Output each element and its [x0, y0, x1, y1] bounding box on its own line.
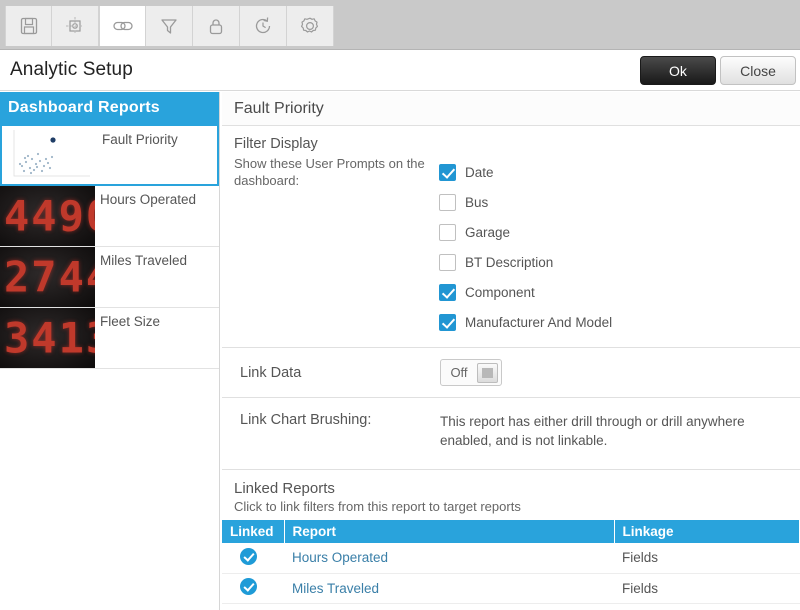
checkbox-row-component[interactable]: Component — [439, 277, 800, 307]
history-clock-icon-button[interactable] — [240, 6, 287, 46]
report-link[interactable]: Hours Operated — [292, 550, 388, 565]
check-circle-icon[interactable] — [240, 578, 257, 595]
led-display-thumbnail: 4490 — [0, 186, 95, 246]
checkbox-label: BT Description — [465, 254, 554, 270]
sidebar-item-miles-traveled[interactable]: 27440 Miles Traveled — [0, 247, 219, 308]
sidebar-item-fleet-size[interactable]: 3413 Fleet Size — [0, 308, 219, 369]
scatter-chart-thumbnail — [2, 126, 97, 184]
cell-report: Hours Operated — [284, 543, 614, 574]
ok-button[interactable]: Ok — [640, 56, 716, 85]
main-panel: Fault Priority Filter Display Show these… — [222, 92, 800, 610]
led-value: 3413 — [4, 313, 95, 363]
filter-display-section: Filter Display Show these User Prompts o… — [222, 126, 800, 348]
link-data-toggle-state: Off — [450, 365, 468, 380]
linked-reports-header: Linked Reports Click to link filters fro… — [222, 470, 800, 520]
filter-funnel-icon — [161, 19, 177, 34]
checkbox-checked-icon[interactable] — [439, 283, 456, 301]
sidebar-item-label: Hours Operated — [100, 192, 197, 207]
checkbox-row-date[interactable]: Date — [439, 157, 800, 187]
checkbox-checked-icon[interactable] — [439, 313, 456, 331]
link-chart-brushing-label: Link Chart Brushing: — [240, 412, 372, 428]
scatter-plot — [13, 130, 90, 177]
table-body: Hours Operated Fields Miles Traveled Fields — [222, 543, 800, 604]
sidebar-header: Dashboard Reports — [0, 92, 219, 124]
checkbox-row-garage[interactable]: Garage — [439, 217, 800, 247]
save-icon-button[interactable] — [5, 6, 52, 46]
lock-icon — [209, 19, 223, 35]
checkbox-unchecked-icon[interactable] — [439, 223, 456, 241]
led-value: 4490 — [4, 191, 95, 241]
checkbox-row-manufacturer-and-model[interactable]: Manufacturer And Model — [439, 307, 800, 337]
save-icon — [20, 17, 37, 35]
led-value: 27440 — [4, 252, 95, 302]
link-data-label: Link Data — [240, 364, 302, 381]
cell-linked[interactable] — [222, 543, 284, 574]
sidebar-item-label: Fleet Size — [100, 314, 161, 329]
crosshair-grid-icon — [66, 17, 84, 35]
history-clock-icon — [255, 17, 271, 34]
checkbox-checked-icon[interactable] — [439, 163, 456, 181]
cell-report: Miles Traveled — [284, 573, 614, 604]
checkbox-unchecked-icon[interactable] — [439, 193, 456, 211]
sidebar-item-fault-priority[interactable]: Fault Priority — [0, 124, 219, 186]
column-header-report: Report — [284, 520, 615, 543]
dashboard-reports-sidebar: Dashboard Reports Fault Priority 4490 Hour… — [0, 92, 220, 610]
checkbox-label: Manufacturer And Model — [465, 314, 613, 330]
led-display-thumbnail: 27440 — [0, 247, 95, 307]
linked-reports-title: Linked Reports — [234, 480, 335, 497]
check-circle-icon[interactable] — [240, 547, 257, 565]
lock-icon-button[interactable] — [193, 6, 240, 46]
toolbar-button-group — [5, 6, 334, 46]
close-button[interactable]: Close — [720, 56, 796, 85]
top-toolbar — [0, 0, 800, 50]
link-chart-brushing-message: This report has either drill through or … — [440, 414, 745, 448]
table-row[interactable]: Hours Operated Fields — [222, 543, 800, 574]
table-header-row: Linked Report Linkage — [222, 520, 800, 543]
report-link[interactable]: Miles Traveled — [292, 581, 379, 596]
user-prompt-checkbox-list: Date Bus Garage BT Description Component Manu… — [439, 155, 800, 337]
checkbox-label: Date — [465, 164, 494, 180]
link-data-row: Link Data Off — [222, 348, 800, 398]
cell-linkage: Fields — [614, 573, 800, 604]
filter-display-title: Filter Display — [234, 136, 318, 152]
linked-reports-subtitle: Click to link filters from this report t… — [234, 499, 521, 514]
cell-linkage: Fields — [614, 543, 800, 574]
gear-icon-button[interactable] — [287, 6, 334, 46]
filter-display-description: Show these User Prompts on the dashboard… — [234, 156, 425, 188]
linked-reports-table: Linked Report Linkage Hours Operated Fields… — [222, 520, 800, 604]
panel-title: Fault Priority — [222, 92, 800, 126]
checkbox-label: Component — [465, 284, 535, 300]
sidebar-item-hours-operated[interactable]: 4490 Hours Operated — [0, 186, 219, 247]
gear-icon — [301, 17, 318, 33]
toggle-knob — [477, 362, 498, 383]
column-header-linked: Linked — [222, 520, 285, 543]
checkbox-unchecked-icon[interactable] — [439, 253, 456, 271]
table-row[interactable]: Miles Traveled Fields — [222, 573, 800, 604]
sidebar-item-label: Miles Traveled — [100, 253, 188, 268]
sidebar-item-label: Fault Priority — [102, 132, 178, 147]
column-header-linkage: Linkage — [614, 520, 800, 543]
sidebar-report-list: Fault Priority 4490 Hours Operated 27440 Mil… — [0, 124, 219, 369]
link-icon — [112, 21, 133, 31]
cell-linked[interactable] — [222, 573, 284, 604]
checkbox-row-bus[interactable]: Bus — [439, 187, 800, 217]
checkbox-label: Bus — [465, 194, 489, 210]
checkbox-label: Garage — [465, 224, 511, 240]
link-data-toggle[interactable]: Off — [440, 359, 502, 386]
crosshair-grid-icon-button[interactable] — [52, 6, 99, 46]
link-icon-button[interactable] — [99, 6, 146, 46]
checkbox-row-bt-description[interactable]: BT Description — [439, 247, 800, 277]
filter-funnel-icon-button[interactable] — [146, 6, 193, 46]
page-title: Analytic Setup — [10, 59, 133, 80]
led-display-thumbnail: 3413 — [0, 308, 95, 368]
link-chart-brushing-row: Link Chart Brushing: This report has eit… — [222, 398, 800, 470]
